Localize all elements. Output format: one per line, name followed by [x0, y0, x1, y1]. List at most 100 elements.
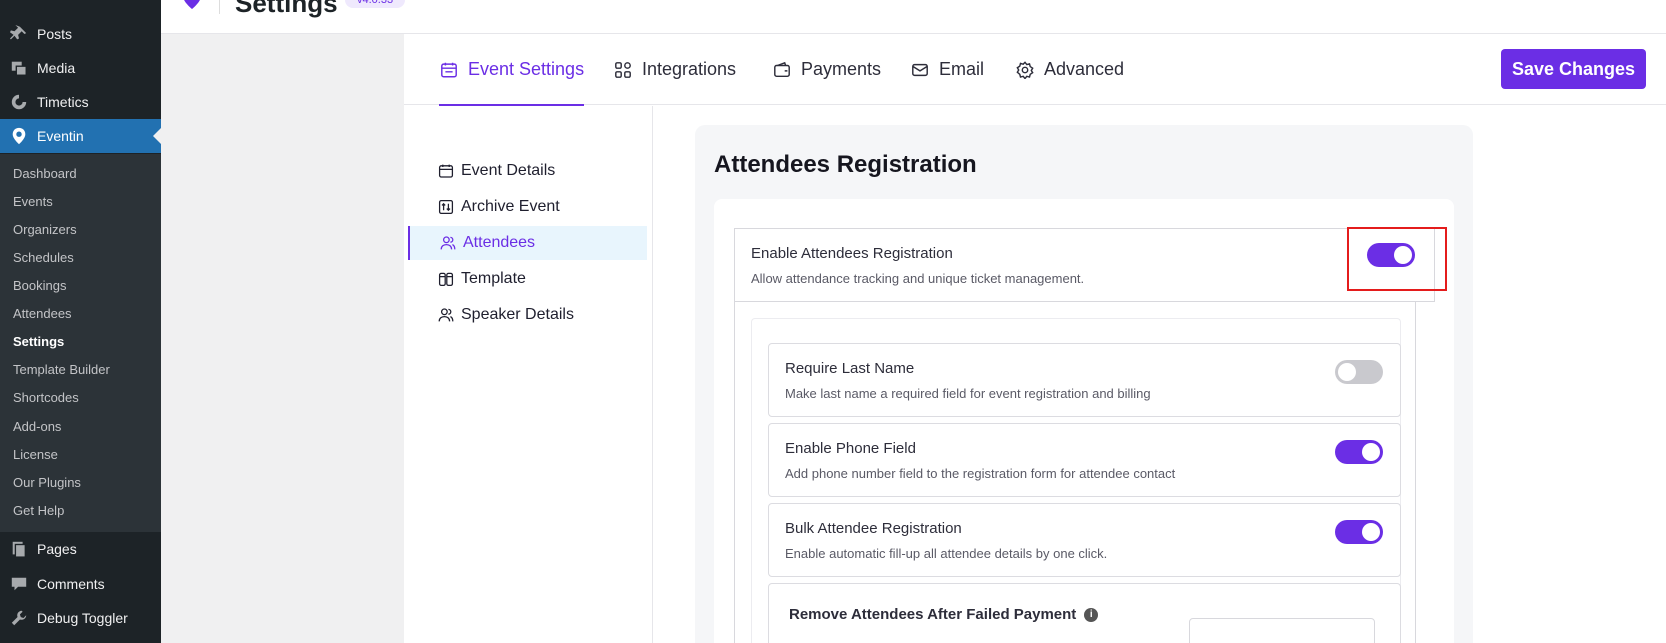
remove-attendees-after-failed-payment-row: Remove Attendees After Failed Payment i [768, 583, 1401, 643]
setting-title: Enable Attendees Registration [751, 245, 953, 262]
comments-icon [9, 574, 29, 594]
version-badge: v4.0.33 [345, 0, 406, 8]
tab-label: Payments [801, 59, 882, 79]
nav-archive-event[interactable]: Archive Event [408, 190, 647, 224]
wp-menu-label: Timetics [37, 94, 89, 110]
tab-payments[interactable]: Payments [772, 34, 881, 105]
setting-description: Enable automatic fill-up all attendee de… [785, 546, 1108, 561]
tab-label: Advanced [1044, 59, 1125, 79]
submenu-schedules[interactable]: Schedules [13, 250, 74, 265]
timetics-icon [9, 92, 29, 112]
nav-label: Speaker Details [461, 306, 574, 323]
submenu-attendees[interactable]: Attendees [13, 306, 72, 321]
wp-menu-comments[interactable]: Comments [0, 567, 161, 601]
wp-submenu-eventin: Dashboard Events Organizers Schedules Bo… [0, 154, 161, 532]
toggle-knob [1362, 443, 1380, 461]
wp-menu-posts[interactable]: Posts [0, 17, 161, 51]
users-icon [438, 308, 454, 322]
require-last-name-row: Require Last Name Make last name a requi… [768, 343, 1401, 417]
wp-menu-timetics[interactable]: Timetics [0, 85, 161, 119]
tab-advanced[interactable]: Advanced [1015, 34, 1124, 105]
pushpin-icon [9, 24, 29, 44]
wp-menu-label: Media [37, 60, 76, 76]
tab-event-settings[interactable]: Event Settings [439, 34, 585, 106]
wp-menu-label: Comments [37, 576, 105, 592]
tab-label: Email [939, 59, 985, 79]
toggle-knob [1362, 523, 1380, 541]
nav-label: Template [461, 270, 526, 287]
submenu-template-builder[interactable]: Template Builder [13, 362, 110, 377]
submenu-organizers[interactable]: Organizers [13, 222, 77, 237]
pages-icon [9, 539, 29, 559]
nav-attendees[interactable]: Attendees [408, 226, 647, 260]
submenu-dashboard[interactable]: Dashboard [13, 166, 77, 181]
submenu-our-plugins[interactable]: Our Plugins [13, 475, 81, 490]
setting-title: Bulk Attendee Registration [785, 520, 962, 537]
eventin-icon [9, 126, 29, 146]
tab-integrations[interactable]: Integrations [613, 34, 736, 105]
setting-title-wrap: Remove Attendees After Failed Payment i [789, 606, 1099, 623]
bulk-attendee-registration-toggle[interactable] [1335, 520, 1383, 544]
envelope-icon [910, 60, 930, 80]
tab-label: Integrations [642, 59, 737, 79]
sub-settings-box: Require Last Name Make last name a requi… [751, 318, 1401, 643]
submenu-add-ons[interactable]: Add-ons [13, 419, 61, 434]
submenu-settings[interactable]: Settings [13, 334, 64, 349]
grid-icon [613, 60, 633, 80]
failed-payment-select[interactable] [1189, 618, 1375, 643]
header-divider [219, 0, 220, 14]
toggle-knob [1338, 363, 1356, 381]
nav-label: Archive Event [461, 198, 560, 215]
tab-label: Event Settings [468, 59, 585, 79]
submenu-get-help[interactable]: Get Help [13, 503, 64, 518]
nav-label: Attendees [463, 234, 536, 251]
eventin-logo-icon [184, 0, 200, 9]
settings-sidebar-nav: Event Details Archive Event Attendees Te… [404, 106, 653, 643]
wp-menu-eventin[interactable]: Eventin [0, 119, 161, 153]
sub-settings-container: Require Last Name Make last name a requi… [734, 302, 1416, 643]
wrench-icon [9, 608, 29, 628]
nav-speaker-details[interactable]: Speaker Details [408, 298, 647, 332]
setting-title: Enable Phone Field [785, 440, 916, 457]
require-last-name-toggle[interactable] [1335, 360, 1383, 384]
submenu-events[interactable]: Events [13, 194, 53, 209]
archive-icon [438, 199, 454, 215]
page-header: Settings v4.0.33 [161, 0, 1666, 34]
wp-menu-media[interactable]: Media [0, 51, 161, 85]
submenu-bookings[interactable]: Bookings [13, 278, 66, 293]
enable-attendees-registration-toggle[interactable] [1367, 243, 1415, 267]
media-icon [9, 58, 29, 78]
settings-container: Enable Attendees Registration Allow atte… [714, 199, 1454, 643]
calendar-icon [439, 60, 459, 80]
enable-phone-field-toggle[interactable] [1335, 440, 1383, 464]
toggle-knob [1394, 246, 1412, 264]
wp-menu-label: Debug Toggler [37, 610, 128, 626]
nav-label: Event Details [461, 162, 556, 179]
wp-menu-debug-toggler[interactable]: Debug Toggler [0, 601, 161, 635]
wallet-icon [772, 60, 792, 80]
setting-description: Make last name a required field for even… [785, 386, 1151, 401]
calendar-icon [438, 164, 454, 178]
tab-email[interactable]: Email [910, 34, 984, 105]
setting-description: Allow attendance tracking and unique tic… [751, 271, 1085, 286]
setting-description: Add phone number field to the registrati… [785, 466, 1176, 481]
wp-menu-label: Posts [37, 26, 73, 42]
setting-title: Require Last Name [785, 360, 915, 377]
section-title: Attendees Registration [714, 151, 977, 178]
info-icon[interactable]: i [1084, 608, 1099, 623]
submenu-license[interactable]: License [13, 447, 58, 462]
nav-template[interactable]: Template [408, 262, 647, 296]
enable-phone-field-row: Enable Phone Field Add phone number fiel… [768, 423, 1401, 497]
gear-icon [1015, 60, 1035, 80]
page-title: Settings [235, 0, 338, 18]
bulk-attendee-registration-row: Bulk Attendee Registration Enable automa… [768, 503, 1401, 577]
submenu-shortcodes[interactable]: Shortcodes [13, 390, 79, 405]
settings-panel: Event Settings Integrations Payments Ema… [404, 34, 1666, 643]
wp-admin-sidebar: Posts Media Timetics Eventin Dashboard E… [0, 0, 161, 643]
save-changes-button[interactable]: Save Changes [1501, 49, 1646, 89]
wp-menu-label: Pages [37, 541, 77, 557]
wp-menu-pages[interactable]: Pages [0, 532, 161, 566]
users-icon [440, 236, 456, 250]
nav-event-details[interactable]: Event Details [408, 154, 647, 188]
enable-attendees-registration-row: Enable Attendees Registration Allow atte… [734, 227, 1447, 302]
